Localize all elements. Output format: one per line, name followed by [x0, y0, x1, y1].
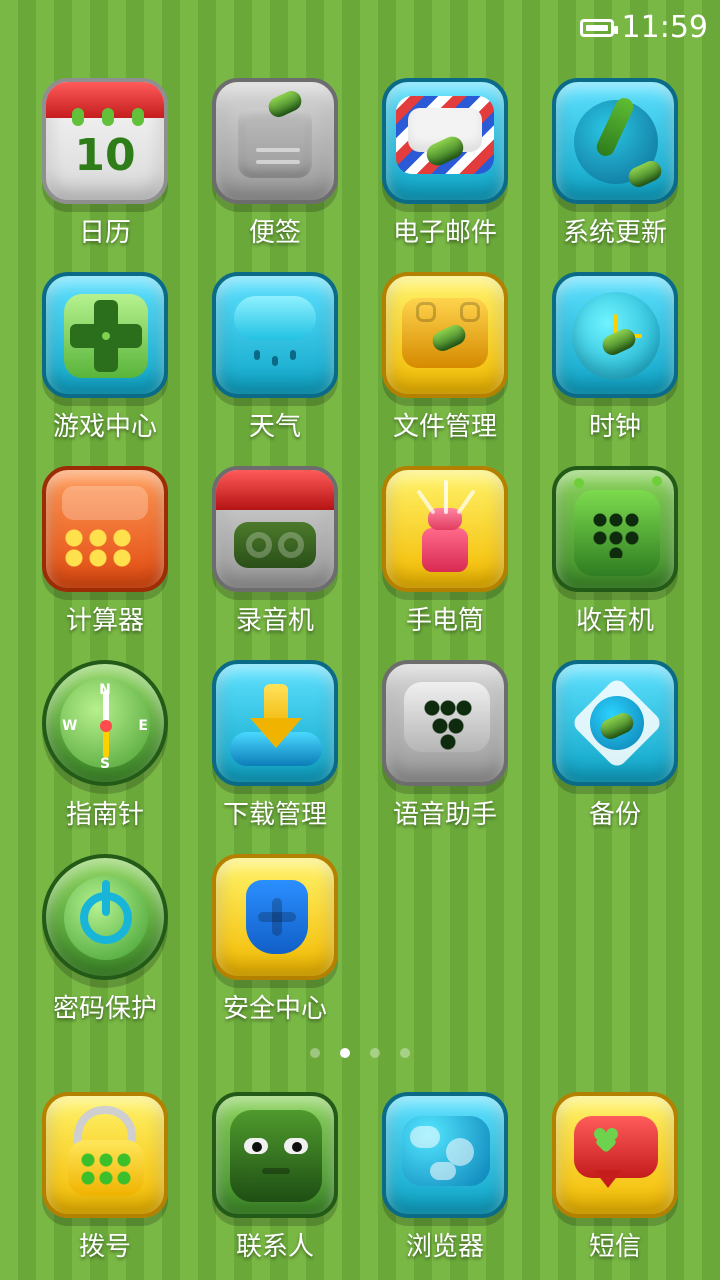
app-game-center[interactable]: 游戏中心	[20, 272, 190, 452]
recorder-icon	[212, 466, 338, 592]
app-notes[interactable]: 便签	[190, 78, 360, 258]
app-label: 录音机	[235, 606, 314, 636]
file-manager-icon	[382, 272, 508, 398]
page-dot[interactable]	[370, 1048, 380, 1058]
app-compass[interactable]: N W E S 指南针	[20, 660, 190, 840]
calendar-day: 10	[74, 130, 136, 181]
app-recorder[interactable]: 录音机	[190, 466, 360, 646]
clock-time: 11:59	[621, 10, 708, 45]
compass-north: N	[99, 682, 111, 698]
page-dot[interactable]	[310, 1048, 320, 1058]
app-label: 指南针	[65, 800, 144, 830]
notes-icon	[212, 78, 338, 204]
app-voice-assistant[interactable]: 语音助手	[360, 660, 530, 840]
dock: 拨号 联系人 浏览器 短信	[0, 1092, 720, 1280]
app-download-manager[interactable]: 下载管理	[190, 660, 360, 840]
app-label: 日历	[78, 218, 131, 248]
page-dot[interactable]	[400, 1048, 410, 1058]
dock-app-contacts[interactable]: 联系人	[190, 1092, 360, 1272]
app-security-center[interactable]: 安全中心	[190, 854, 360, 1034]
messages-icon	[552, 1092, 678, 1218]
clock-icon	[552, 272, 678, 398]
backup-icon	[552, 660, 678, 786]
voice-assistant-icon	[382, 660, 508, 786]
app-label: 计算器	[65, 606, 144, 636]
app-weather[interactable]: 天气	[190, 272, 360, 452]
battery-icon	[579, 19, 618, 37]
flashlight-icon	[382, 466, 508, 592]
app-label: 系统更新	[562, 218, 667, 248]
download-manager-icon	[212, 660, 338, 786]
app-file-manager[interactable]: 文件管理	[360, 272, 530, 452]
app-label: 电子邮件	[392, 218, 497, 248]
game-center-icon	[42, 272, 168, 398]
weather-icon	[212, 272, 338, 398]
app-backup[interactable]: 备份	[530, 660, 700, 840]
compass-icon: N W E S	[42, 660, 168, 786]
dock-app-browser[interactable]: 浏览器	[360, 1092, 530, 1272]
dialer-icon	[42, 1092, 168, 1218]
app-label: 游戏中心	[52, 412, 157, 442]
contacts-icon	[212, 1092, 338, 1218]
app-password-protection[interactable]: 密码保护	[20, 854, 190, 1034]
app-label: 时钟	[588, 412, 641, 442]
dock-label: 短信	[588, 1232, 641, 1262]
dock-label: 联系人	[235, 1232, 314, 1262]
app-label: 备份	[588, 800, 641, 830]
app-label: 手电筒	[405, 606, 484, 636]
compass-east: E	[138, 718, 148, 734]
app-label: 文件管理	[392, 412, 497, 442]
dock-app-messages[interactable]: 短信	[530, 1092, 700, 1272]
security-center-icon	[212, 854, 338, 980]
app-calculator[interactable]: 计算器	[20, 466, 190, 646]
dock-label: 浏览器	[405, 1232, 484, 1262]
app-flashlight[interactable]: 手电筒	[360, 466, 530, 646]
app-label: 便签	[248, 218, 301, 248]
app-calendar[interactable]: 10 日历	[20, 78, 190, 258]
app-mail[interactable]: 电子邮件	[360, 78, 530, 258]
app-radio[interactable]: 收音机	[530, 466, 700, 646]
app-label: 语音助手	[392, 800, 497, 830]
system-update-icon	[552, 78, 678, 204]
app-clock[interactable]: 时钟	[530, 272, 700, 452]
compass-west: W	[62, 718, 78, 734]
page-dot-active[interactable]	[340, 1048, 350, 1058]
compass-south: S	[99, 756, 111, 772]
page-indicator[interactable]	[0, 1048, 720, 1058]
app-label: 安全中心	[222, 994, 327, 1024]
app-label: 密码保护	[52, 994, 157, 1024]
password-protection-icon	[42, 854, 168, 980]
dock-label: 拨号	[78, 1232, 131, 1262]
app-label: 收音机	[575, 606, 654, 636]
calculator-icon	[42, 466, 168, 592]
app-label: 下载管理	[222, 800, 327, 830]
radio-icon	[552, 466, 678, 592]
calendar-icon: 10	[42, 78, 168, 204]
app-system-update[interactable]: 系统更新	[530, 78, 700, 258]
status-bar: 11:59	[579, 10, 708, 46]
mail-icon	[382, 78, 508, 204]
dock-app-dialer[interactable]: 拨号	[20, 1092, 190, 1272]
browser-icon	[382, 1092, 508, 1218]
app-label: 天气	[248, 412, 301, 442]
